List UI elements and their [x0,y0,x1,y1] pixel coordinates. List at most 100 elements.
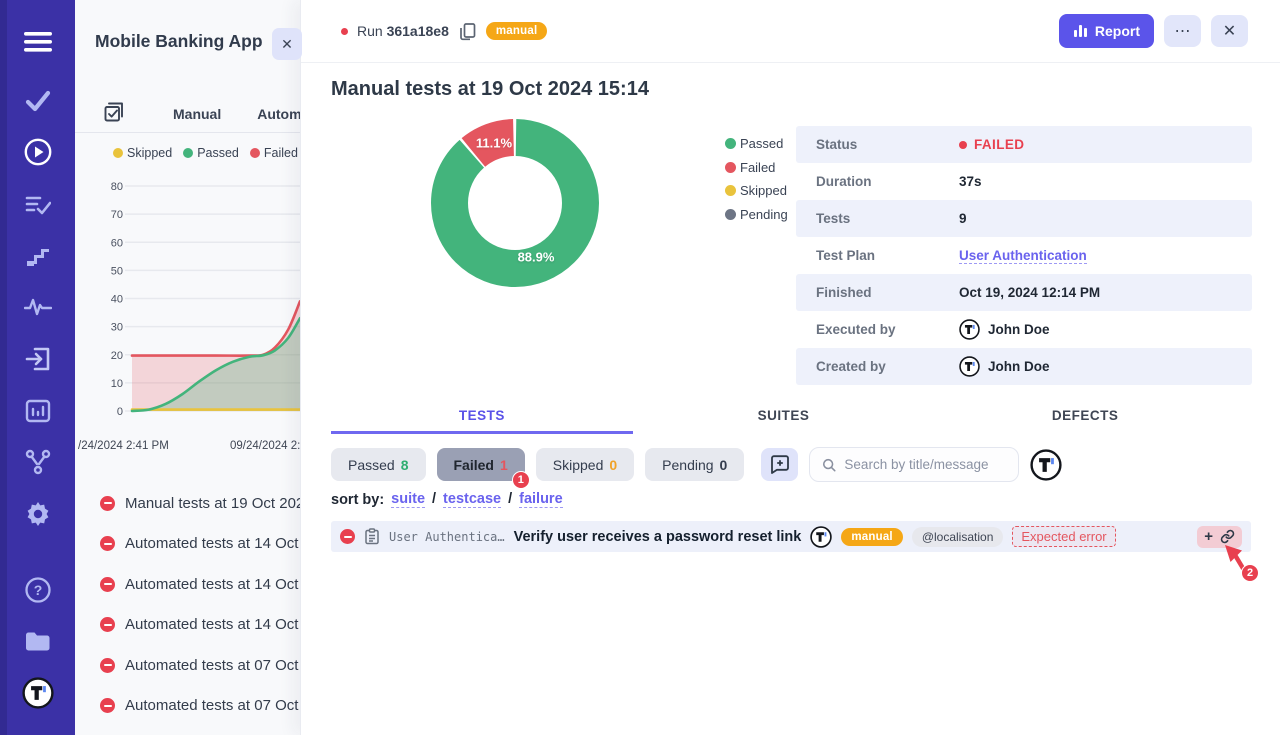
test-tag[interactable]: @localisation [912,527,1004,547]
sort-by-label: sort by: [331,492,384,508]
steps-icon[interactable] [0,239,75,273]
svg-text:60: 60 [111,237,123,249]
run-list-item[interactable]: Manual tests at 19 Oct 2024 [75,483,300,524]
menu-icon[interactable] [0,25,75,59]
filter-passed-button[interactable]: Passed8 [331,448,426,481]
copy-run-id-button[interactable] [458,22,477,41]
detail-row-tests: Tests9 [796,200,1252,237]
detail-row-executed-by: Executed byJohn Doe [796,311,1252,348]
drawer-close-button[interactable]: ✕ [272,28,302,60]
projects-folder-icon[interactable] [0,625,75,659]
test-runs-icon[interactable] [0,188,75,222]
run-list-item[interactable]: Automated tests at 14 Oct 2 [75,524,300,565]
more-actions-button[interactable]: ⋯ [1164,15,1201,47]
add-comment-button[interactable] [761,448,798,481]
legend-failed: Failed [250,146,298,160]
play-circle-icon[interactable] [0,135,75,169]
filter-buttons: Passed8 Failed11 Skipped0 Pending0 [331,448,744,481]
trend-x-tick: 09/24/2024 2:54 PM [230,440,300,452]
run-id-label: Run 361a18e8 [357,23,449,39]
donut-legend-passed: Passed [725,136,788,151]
donut-passed-label: 88.9% [518,250,555,265]
testomat-logo-mark [22,677,54,709]
run-failed-icon [100,698,115,713]
search-icon [822,457,836,473]
run-type-badge: manual [486,22,547,40]
detail-row-test-plan: Test PlanUser Authentication [796,237,1252,274]
tab-manual[interactable]: Manual [173,106,221,122]
filter-pending-button[interactable]: Pending0 [645,448,744,481]
test-error-badge[interactable]: Expected error [1012,526,1115,547]
sort-options: suite/testcase/failure [391,491,562,508]
tab-automated[interactable]: Automated [257,106,300,122]
select-all-icon[interactable] [103,101,125,128]
svg-text:10: 10 [111,378,123,390]
search-box [809,447,1019,482]
donut-failed-label: 11.1% [476,136,512,151]
svg-text:70: 70 [111,209,123,221]
annotation-step-badge: 2 [1241,564,1259,582]
help-icon[interactable]: ? [0,573,75,607]
trend-x-tick: /24/2024 2:41 PM [78,440,169,452]
user-avatar[interactable] [1030,449,1062,481]
test-suite-name[interactable]: User Authentica… [389,530,505,544]
filter-skipped-button[interactable]: Skipped0 [536,448,634,481]
tests-check-icon[interactable] [0,84,75,118]
trend-chart-legend: SkippedPassedFailed [113,146,298,160]
settings-gear-icon[interactable] [0,497,75,531]
close-run-button[interactable]: ✕ [1211,15,1248,47]
tab-tests[interactable]: TESTS [331,403,633,434]
run-list-item[interactable]: Automated tests at 07 Oct 2 [75,645,300,686]
run-list-item[interactable]: Automated tests at 07 Oct 2 [75,686,300,727]
branch-icon[interactable] [0,445,75,479]
testcase-clipboard-icon [364,528,380,545]
add-icon[interactable]: + [1204,529,1213,544]
analytics-icon[interactable] [0,394,75,428]
run-detail-panel: ✕ Run 361a18e8 manual Report ⋯ ✕ Manual … [300,0,1280,735]
run-title: Manual tests at 19 Oct 2024 15:14 [331,78,649,101]
sort-by-testcase[interactable]: testcase [443,491,501,508]
run-details-table: StatusFAILEDDuration37sTests9Test PlanUs… [796,126,1252,385]
run-type-tabs: Manual Automated [75,96,300,133]
run-failed-icon [100,658,115,673]
sort-by-failure[interactable]: failure [519,491,563,508]
sidebar: ? [0,0,75,735]
test-result-row[interactable]: User Authentica… Verify user receives a … [331,521,1251,552]
sort-by-suite[interactable]: suite [391,491,425,508]
svg-text:30: 30 [111,322,123,334]
run-list-item[interactable]: Automated tests at 14 Oct 2 [75,564,300,605]
svg-text:?: ? [33,582,42,598]
donut-legend: PassedFailedSkippedPending [725,136,788,230]
run-failed-icon [100,617,115,632]
test-failed-icon [340,529,355,544]
run-failed-icon [100,577,115,592]
test-title[interactable]: Verify user receives a password reset li… [514,529,802,545]
tab-defects[interactable]: DEFECTS [934,403,1236,434]
pulse-icon[interactable] [0,290,75,324]
report-button[interactable]: Report [1059,14,1154,48]
run-list-item[interactable]: Automated tests at 14 Oct 2 [75,605,300,646]
app-window: ? Mobile Banking App Manual Automated Sk… [0,0,1280,735]
donut-legend-pending: Pending [725,207,788,222]
filter-failed-button[interactable]: Failed11 [437,448,525,481]
svg-text:20: 20 [111,350,123,362]
sign-in-icon[interactable] [0,342,75,376]
donut-legend-skipped: Skipped [725,183,788,198]
result-tabs: TESTSSUITESDEFECTS [331,403,1236,434]
run-failed-icon [100,496,115,511]
run-header: Run 361a18e8 manual Report ⋯ ✕ [301,0,1280,63]
detail-row-status: StatusFAILED [796,126,1252,163]
svg-text:40: 40 [111,294,123,306]
tab-suites[interactable]: SUITES [633,403,935,434]
legend-passed: Passed [183,146,239,160]
svg-text:50: 50 [111,265,123,277]
runs-list: Manual tests at 19 Oct 2024Automated tes… [75,483,300,726]
testomat-logo[interactable] [0,676,75,710]
search-input[interactable] [844,457,1006,472]
run-status-dot [341,28,348,35]
test-assignee-avatar [810,526,832,548]
annotation-step-badge: 1 [512,471,530,489]
test-type-badge: manual [841,528,902,546]
results-donut-chart: 11.1% 88.9% [427,115,603,291]
test-plan-link[interactable]: User Authentication [959,248,1087,264]
